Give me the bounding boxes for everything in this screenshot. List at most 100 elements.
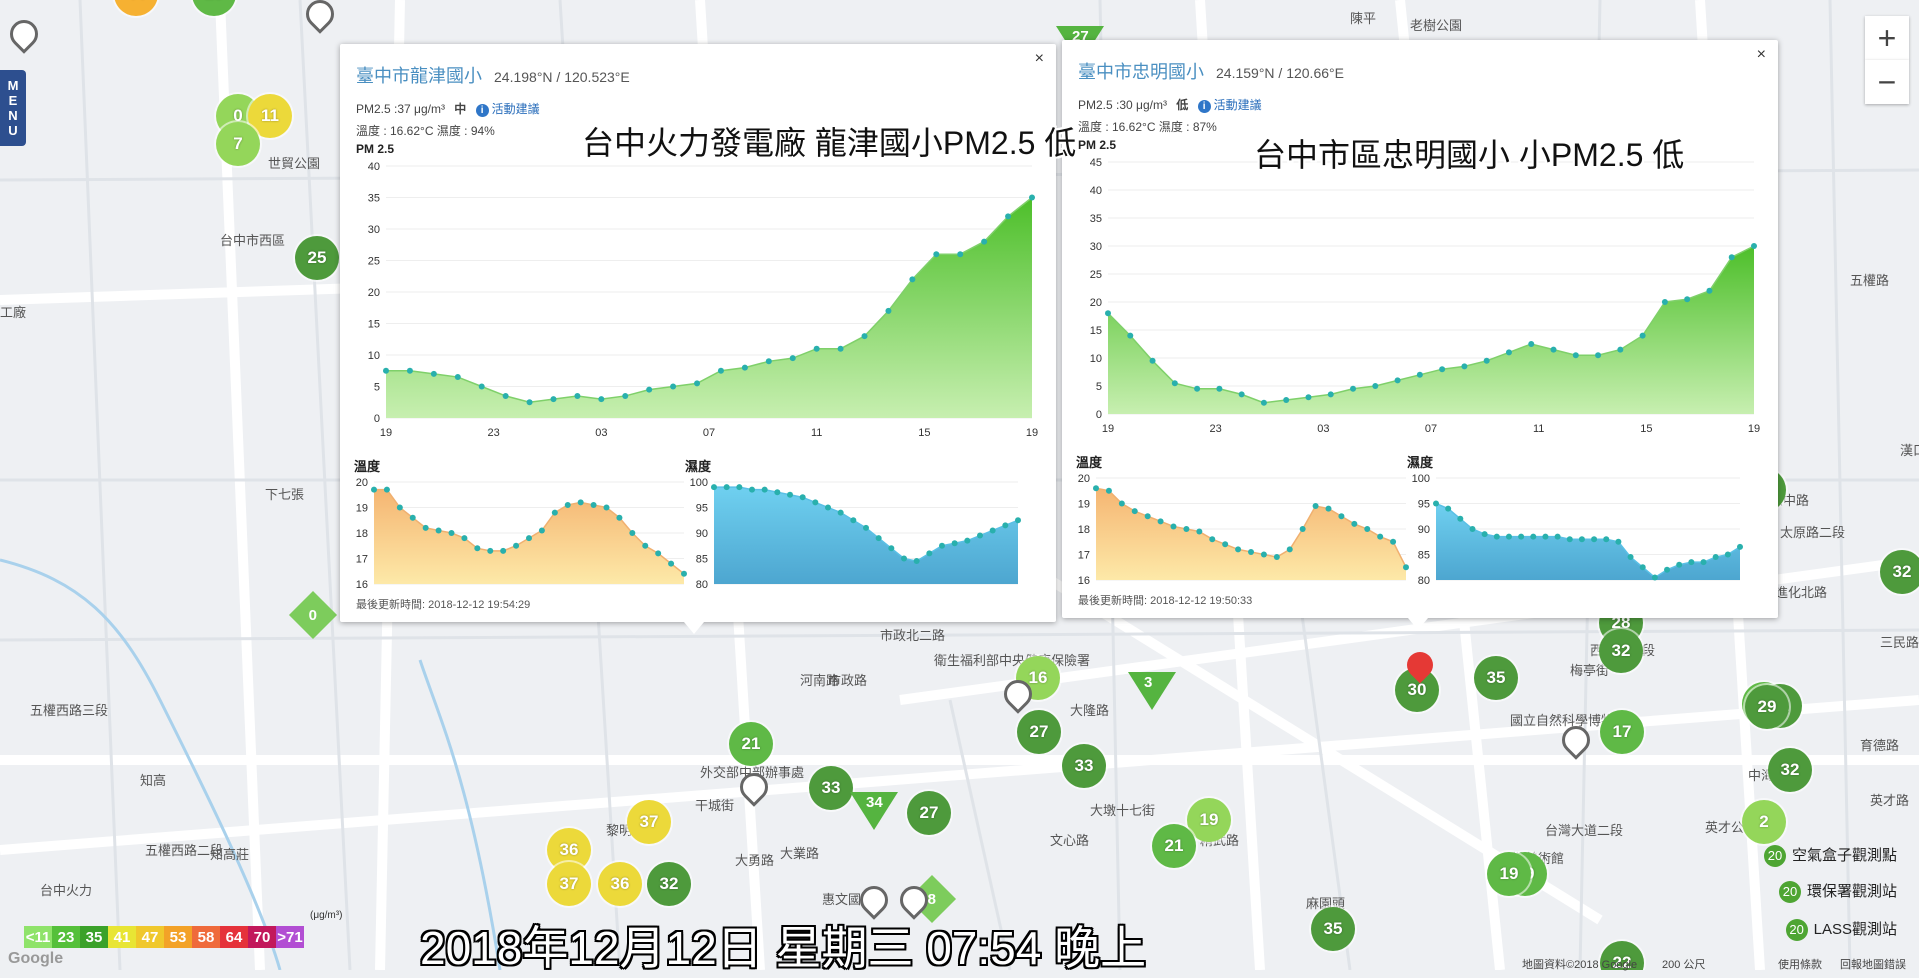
- pm25-station-marker[interactable]: 21: [1152, 824, 1196, 868]
- station-name[interactable]: 臺中市忠明國小: [1078, 62, 1204, 82]
- pm25-station-marker[interactable]: 33: [809, 766, 853, 810]
- data-point: [1688, 559, 1695, 566]
- activity-advice-link[interactable]: 活動建議: [492, 102, 540, 116]
- pm25-station-marker[interactable]: 36: [598, 862, 642, 906]
- pm25-station-marker[interactable]: 29: [1745, 685, 1789, 729]
- pm25-station-marker[interactable]: 35: [1474, 656, 1518, 700]
- data-point: [454, 374, 461, 381]
- data-point: [538, 527, 545, 534]
- data-point: [1305, 394, 1312, 401]
- pm25-station-marker[interactable]: 27: [907, 791, 951, 835]
- pm25-station-marker[interactable]: 37: [547, 862, 591, 906]
- data-point: [1542, 533, 1549, 540]
- close-icon[interactable]: ×: [1757, 46, 1766, 64]
- y-tick-label: 40: [1090, 185, 1102, 197]
- data-point: [964, 537, 971, 544]
- pm25-station-marker[interactable]: 32: [647, 862, 691, 906]
- close-icon[interactable]: ×: [1035, 50, 1044, 68]
- pm-chart-label: PM 2.5: [1078, 138, 1117, 152]
- data-point: [1469, 526, 1476, 532]
- data-point: [500, 547, 507, 554]
- pm25-station-marker[interactable]: 19: [1487, 852, 1531, 896]
- data-point: [736, 484, 743, 491]
- y-tick-label: 25: [368, 256, 380, 268]
- data-point: [616, 514, 623, 521]
- data-point: [1002, 522, 1009, 529]
- x-tick-label: 15: [1640, 423, 1652, 435]
- y-tick-label: 35: [368, 193, 380, 205]
- data-point: [668, 560, 675, 567]
- y-tick-label: 40: [368, 161, 380, 173]
- data-point: [1439, 366, 1446, 373]
- pm25-station-marker[interactable]: 2: [1742, 800, 1786, 844]
- data-point: [564, 501, 571, 508]
- pm25-station-marker[interactable]: 35: [1311, 907, 1355, 951]
- data-point: [1676, 561, 1683, 568]
- pm25-station-marker[interactable]: 32: [1599, 629, 1643, 673]
- data-point: [989, 527, 996, 534]
- station-name[interactable]: 臺中市龍津國小: [356, 66, 482, 86]
- legend-swatch: 70: [248, 926, 276, 948]
- y-tick-label: 10: [1090, 353, 1102, 365]
- lass-station-marker[interactable]: 34: [850, 792, 898, 830]
- y-tick-label: 90: [696, 528, 708, 540]
- x-tick-label: 07: [1425, 423, 1437, 435]
- data-point: [1505, 349, 1512, 356]
- data-point: [1131, 508, 1138, 515]
- data-point: [1712, 554, 1719, 561]
- menu-letter: U: [8, 123, 18, 138]
- data-point: [1578, 536, 1585, 543]
- legend-swatch: 53: [164, 926, 192, 948]
- data-point: [1260, 551, 1267, 558]
- station-popup-zhongming: × 臺中市忠明國小 24.159°N / 120.66°E PM2.5 :30 μ…: [1062, 40, 1778, 630]
- data-point: [875, 535, 882, 542]
- legend-swatch: >71: [276, 926, 304, 948]
- data-point: [1286, 546, 1293, 553]
- pm-reading: PM2.5 :37 μg/m³ 中 i 活動建議: [356, 100, 540, 117]
- pm25-station-marker[interactable]: 37: [627, 800, 671, 844]
- data-point: [1377, 533, 1384, 540]
- area-fill: [1436, 503, 1740, 580]
- y-tick-label: 80: [696, 579, 708, 591]
- zoom-in-button[interactable]: +: [1865, 16, 1909, 60]
- map-place-label: 大業路: [780, 846, 820, 861]
- pm25-station-marker[interactable]: 21: [729, 722, 773, 766]
- data-point: [717, 367, 724, 374]
- pm25-station-marker[interactable]: 33: [1062, 744, 1106, 788]
- pm25-station-marker[interactable]: 17: [1600, 710, 1644, 754]
- y-tick-label: 95: [1418, 499, 1430, 511]
- y-tick-label: 20: [1078, 473, 1090, 485]
- data-point: [861, 333, 868, 340]
- lass-station-marker[interactable]: 3: [1128, 672, 1176, 710]
- data-point: [474, 545, 481, 552]
- popup-tail: [1408, 618, 1428, 630]
- data-point: [812, 499, 819, 506]
- data-point: [1364, 526, 1371, 532]
- data-point: [396, 504, 403, 511]
- map-place-label: 陳平: [1350, 11, 1377, 26]
- data-point: [1248, 548, 1254, 555]
- legend-airbox-label: 空氣盒子觀測點: [1791, 847, 1897, 864]
- data-point: [939, 542, 945, 549]
- activity-advice-link[interactable]: 活動建議: [1214, 98, 1262, 112]
- data-point: [913, 558, 920, 565]
- pm25-station-marker[interactable]: 32: [1768, 748, 1812, 792]
- data-point: [837, 509, 844, 516]
- pm25-station-marker[interactable]: 7: [216, 122, 260, 166]
- pm25-station-marker[interactable]: 32: [1880, 550, 1919, 594]
- popup-tail: [684, 622, 704, 634]
- menu-letter: M: [7, 78, 19, 93]
- map-place-label: 三民路: [1880, 635, 1919, 650]
- data-point: [646, 386, 653, 393]
- pm25-station-marker[interactable]: 27: [1017, 710, 1061, 754]
- data-point: [550, 396, 557, 403]
- data-point: [1171, 380, 1178, 387]
- zoom-out-button[interactable]: −: [1865, 60, 1909, 104]
- y-tick-label: 16: [356, 579, 368, 591]
- menu-button[interactable]: M E N U: [0, 70, 26, 146]
- data-point: [1194, 385, 1201, 392]
- data-point: [1312, 503, 1319, 510]
- y-tick-label: 18: [356, 528, 368, 540]
- data-point: [1299, 526, 1306, 532]
- pm25-station-marker[interactable]: 25: [295, 236, 339, 280]
